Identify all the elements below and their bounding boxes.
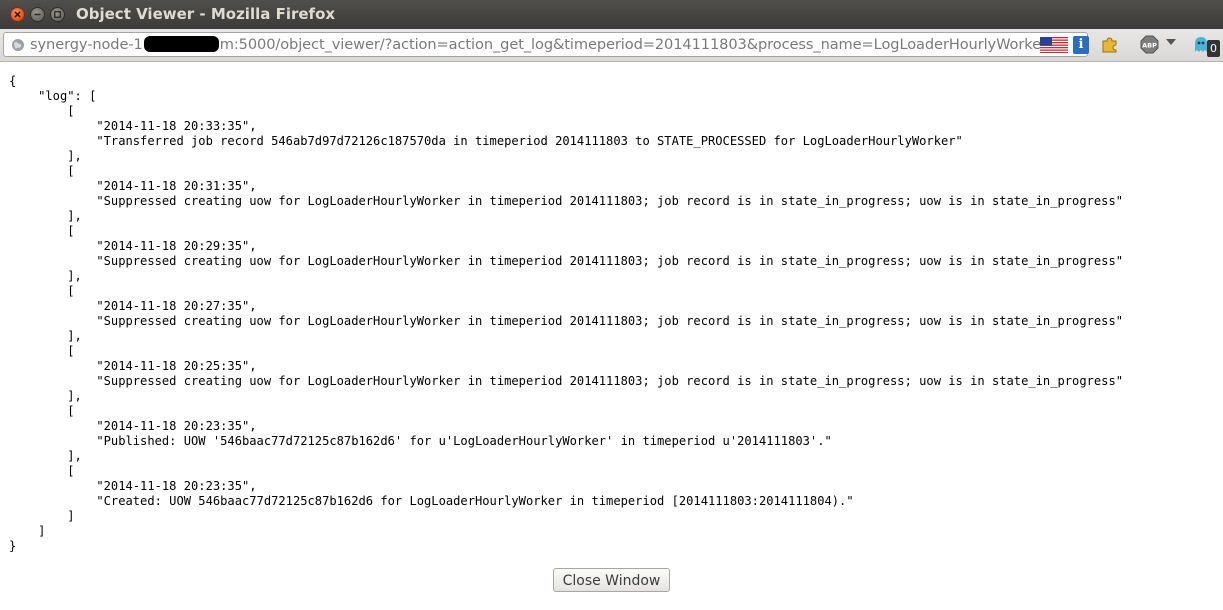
ghostery-count-badge: 0 (1207, 40, 1220, 57)
puzzle-icon[interactable] (1101, 36, 1119, 54)
url-redaction (143, 36, 219, 52)
window-maximize-button[interactable] (50, 7, 65, 22)
window-close-button[interactable] (10, 7, 25, 22)
flag-icon[interactable] (1040, 37, 1068, 53)
log-entry-message: "Suppressed creating uow for LogLoaderHo… (9, 374, 1124, 388)
log-entry-message: "Published: UOW '546baac77d72125c87b162d… (9, 434, 832, 448)
close-window-button[interactable]: Close Window (553, 568, 670, 592)
json-entry-open: [ (9, 464, 75, 478)
json-entry-close: ], (9, 389, 82, 403)
json-close-brace: } (9, 539, 17, 553)
window-minimize-button[interactable] (30, 7, 45, 22)
url-host-suffix: m (219, 36, 234, 53)
json-view: { "log": [ [ "2014-11-18 20:33:35", "Tra… (9, 74, 1123, 554)
adblock-icon[interactable]: ABP (1140, 35, 1159, 54)
chevron-down-icon[interactable] (1166, 39, 1176, 45)
json-entry-open: [ (9, 164, 75, 178)
json-log-close: ] (9, 524, 46, 538)
json-entry-close: ], (9, 209, 82, 223)
json-entry-close: ], (9, 269, 82, 283)
log-entry-timestamp: "2014-11-18 20:27:35", (9, 299, 257, 313)
log-entry-timestamp: "2014-11-18 20:23:35", (9, 419, 257, 433)
adblock-label: ABP (1142, 42, 1157, 50)
json-log-key: "log": [ (9, 89, 97, 103)
json-entry-open: [ (9, 284, 75, 298)
log-entry-timestamp: "2014-11-18 20:23:35", (9, 479, 257, 493)
url-text[interactable]: synergy-node-1 m:5000/object_viewer/?acti… (30, 36, 1047, 53)
json-entry-close: ], (9, 329, 82, 343)
url-bar[interactable]: synergy-node-1 m:5000/object_viewer/?acti… (3, 32, 1089, 57)
url-host-prefix: synergy-node-1 (30, 36, 143, 53)
json-entry-open: [ (9, 404, 75, 418)
minimize-icon (34, 13, 41, 16)
log-entry-timestamp: "2014-11-18 20:33:35", (9, 119, 257, 133)
json-entry-open: [ (9, 344, 75, 358)
close-icon (14, 11, 21, 18)
json-entry-open: [ (9, 224, 75, 238)
window-titlebar: Object Viewer - Mozilla Firefox (0, 0, 1223, 29)
maximize-icon (54, 11, 61, 18)
json-entry-close: ] (9, 509, 75, 523)
info-icon[interactable]: i (1073, 36, 1089, 54)
log-entry-message: "Created: UOW 546baac77d72125c87b162d6 f… (9, 494, 854, 508)
json-entry-open: [ (9, 104, 75, 118)
url-path: :5000/object_viewer/?action=action_get_l… (233, 36, 1047, 53)
log-entry-message: "Transferred job record 546ab7d97d72126c… (9, 134, 963, 148)
json-entry-close: ], (9, 149, 82, 163)
log-entry-timestamp: "2014-11-18 20:25:35", (9, 359, 257, 373)
log-entry-message: "Suppressed creating uow for LogLoaderHo… (9, 194, 1124, 208)
json-entry-close: ], (9, 449, 82, 463)
log-entry-timestamp: "2014-11-18 20:31:35", (9, 179, 257, 193)
browser-toolbar: synergy-node-1 m:5000/object_viewer/?acti… (0, 29, 1223, 62)
log-entry-timestamp: "2014-11-18 20:29:35", (9, 239, 257, 253)
log-entry-message: "Suppressed creating uow for LogLoaderHo… (9, 254, 1124, 268)
page-content: { "log": [ [ "2014-11-18 20:33:35", "Tra… (0, 62, 1223, 610)
window-title: Object Viewer - Mozilla Firefox (76, 5, 336, 23)
json-open-brace: { (9, 74, 17, 88)
log-entry-message: "Suppressed creating uow for LogLoaderHo… (9, 314, 1124, 328)
globe-icon (12, 39, 24, 51)
